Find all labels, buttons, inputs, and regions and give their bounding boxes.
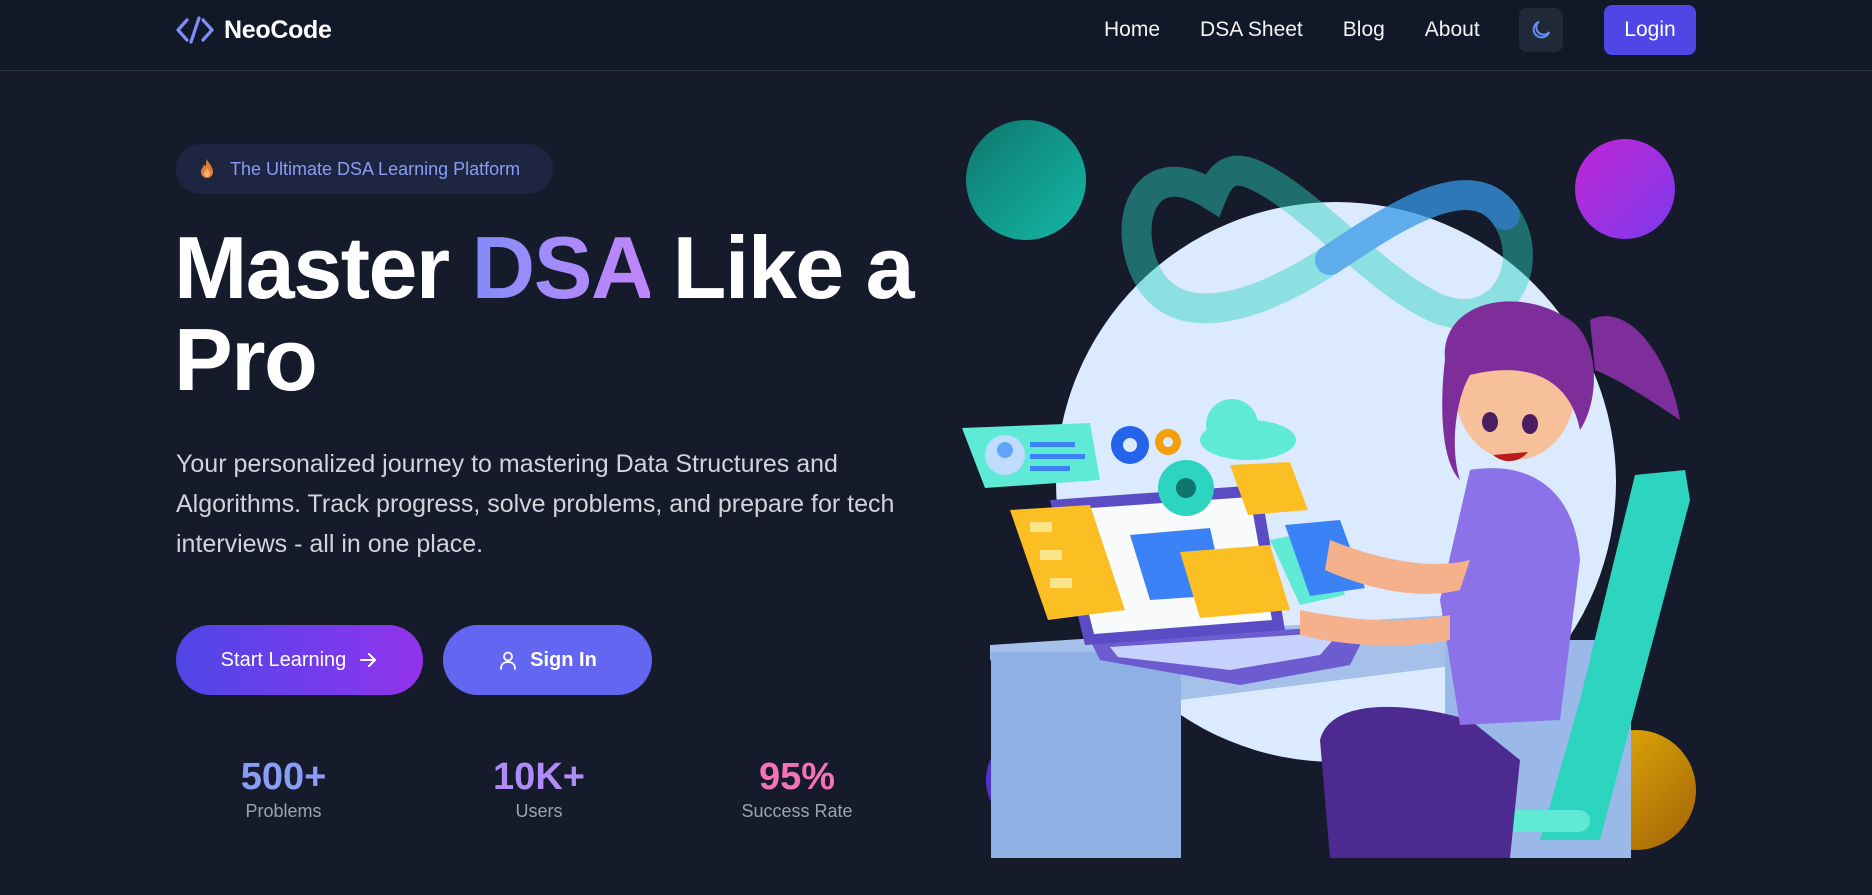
floating-cloud [1200,399,1296,460]
backdrop-circle [1056,202,1616,762]
hero-badge: The Ultimate DSA Learning Platform [176,144,553,194]
stat-success-rate: 95% Success Rate [730,754,864,822]
nav-link-about[interactable]: About [1425,18,1480,42]
nav-link-blog[interactable]: Blog [1343,18,1385,42]
desk-leg-right [1445,640,1631,858]
hero-title-start: Master [174,218,472,317]
sign-in-button[interactable]: Sign In [443,625,652,695]
decor-circle-teal [966,120,1086,240]
hero-title-accent: DSA [471,218,652,317]
login-button[interactable]: Login [1604,5,1696,55]
chair-back [1540,470,1690,840]
moon-icon [1532,21,1550,39]
floating-code-cards [1010,505,1365,620]
infinity-loop [1121,155,1533,329]
girl-coder-character [1300,301,1680,858]
floating-gears [1111,426,1214,516]
badge-text: The Ultimate DSA Learning Platform [230,158,521,179]
stat-label: Problems [245,801,322,821]
sign-in-label: Sign In [530,648,597,671]
top-nav: NeoCode Home DSA Sheet Blog About Login [0,0,1872,71]
chair-seat [1370,810,1590,832]
nav-link-dsa-sheet[interactable]: DSA Sheet [1200,18,1303,42]
theme-toggle-button[interactable] [1519,8,1563,52]
hero-description: Your personalized journey to mastering D… [176,450,895,558]
laptop-base [1090,625,1370,685]
stat-value: 500+ [240,756,327,798]
stat-label: Users [515,801,563,821]
user-icon [500,651,517,670]
decor-circle-purple [1575,139,1675,239]
nav-link-home[interactable]: Home [1104,18,1160,42]
stat-value: 95% [758,756,836,798]
start-learning-label: Start Learning [220,648,347,671]
fire-icon [201,159,213,178]
hero-title: Master DSA Like a Pro [174,222,915,406]
laptop-screen [1050,485,1285,645]
stat-problems: 500+ Problems [221,754,346,822]
floating-folder [1230,462,1308,515]
nav-links: Home DSA Sheet Blog About [1104,0,1520,60]
desk-top [990,615,1460,700]
decor-circle-indigo [986,730,1086,830]
stat-value: 10K+ [493,756,585,798]
stat-label: Success Rate [741,801,853,821]
brand-name: NeoCode [224,15,332,44]
start-learning-button[interactable]: Start Learning [176,625,423,695]
decor-circle-gold [1576,730,1696,850]
floating-profile-card [962,423,1100,488]
stat-users: 10K+ Users [479,754,599,822]
arrow-right-icon [360,653,377,667]
brand-logo[interactable]: NeoCode [176,12,332,48]
code-brackets-icon [176,16,214,44]
desk-leg-left [991,652,1181,858]
